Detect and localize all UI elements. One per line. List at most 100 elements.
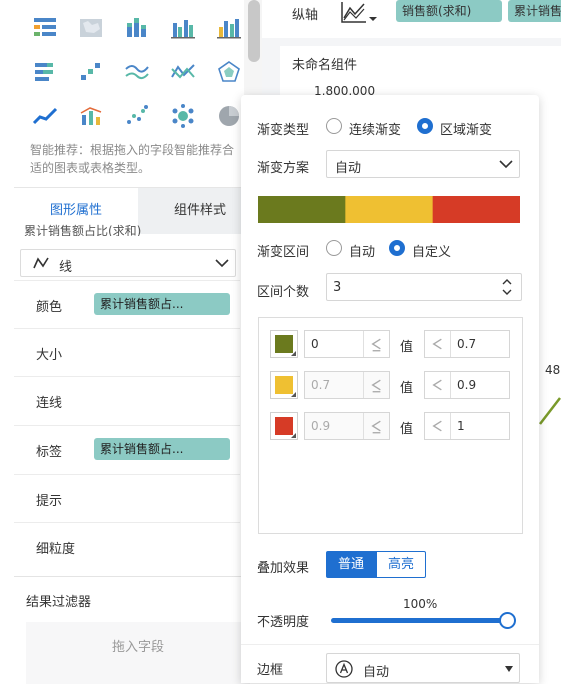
gradient-segment bbox=[345, 196, 434, 223]
line-mark-icon bbox=[33, 257, 49, 269]
size-property[interactable]: 大小 bbox=[14, 328, 240, 376]
y-axis-label: 纵轴 bbox=[292, 8, 319, 23]
gradient-type-label: 渐变类型 bbox=[257, 123, 310, 138]
less-equal-icon[interactable] bbox=[363, 331, 389, 357]
line-series bbox=[539, 397, 561, 425]
interval-to-input[interactable]: 1 bbox=[424, 412, 510, 440]
stacked-bar-icon[interactable] bbox=[124, 15, 150, 41]
bar-line-combo-icon[interactable] bbox=[78, 103, 104, 129]
interval-from-value: 0 bbox=[311, 337, 319, 351]
auto-icon bbox=[335, 660, 353, 678]
line-with-points-icon[interactable] bbox=[170, 59, 196, 85]
interval-from-value: 0.7 bbox=[311, 378, 331, 392]
multi-bar-icon[interactable] bbox=[170, 15, 196, 41]
connect-label: 连线 bbox=[36, 396, 63, 411]
granularity-property[interactable]: 细粒度 bbox=[14, 522, 240, 570]
gradient-scheme-select[interactable]: 自动 bbox=[326, 150, 520, 178]
border-select[interactable]: 自动 bbox=[326, 653, 520, 683]
left-panel: 智能推荐：根据拖入的字段智能推荐合适的图表或表格类型。 图形属性 组件样式 累计… bbox=[0, 0, 262, 684]
gradient-settings-popup: 渐变类型 连续渐变 区域渐变 渐变方案 自动 渐变区间 自动 自定义 区间个数 … bbox=[241, 95, 539, 683]
interval-color-swatch[interactable] bbox=[270, 371, 298, 399]
interval-to-input[interactable]: 0.7 bbox=[424, 330, 510, 358]
interval-to-value: 1 bbox=[457, 419, 465, 433]
less-equal-icon[interactable] bbox=[363, 413, 389, 439]
value-label: 值 bbox=[400, 381, 414, 396]
axis-toolbar: 纵轴 销售额(求和) 累计销售 bbox=[262, 0, 561, 38]
opacity-slider-handle[interactable] bbox=[499, 612, 516, 629]
label-label: 标签 bbox=[36, 445, 63, 460]
grouped-bar-icon[interactable] bbox=[216, 15, 242, 41]
interval-to-input[interactable]: 0.9 bbox=[424, 371, 510, 399]
color-label: 颜色 bbox=[36, 300, 63, 315]
less-than-icon[interactable] bbox=[425, 372, 451, 398]
area-line-icon[interactable] bbox=[32, 103, 58, 129]
opacity-label: 不透明度 bbox=[257, 615, 310, 630]
bubble-icon[interactable] bbox=[170, 103, 196, 129]
interval-list: 0 值 0.7 0.7 值 0.9 0.9 值 1 bbox=[258, 317, 523, 534]
stepper-arrows-icon[interactable] bbox=[501, 277, 513, 297]
divider bbox=[241, 644, 539, 645]
smart-recommend-text: 智能推荐：根据拖入的字段智能推荐合适的图表或表格类型。 bbox=[30, 143, 235, 175]
map-icon[interactable] bbox=[78, 15, 104, 41]
gradient-range-label: 渐变区间 bbox=[257, 245, 310, 260]
blend-toggle: 普通 高亮 bbox=[326, 551, 426, 578]
interval-from-value: 0.9 bbox=[311, 419, 331, 433]
blend-normal-button[interactable]: 普通 bbox=[326, 551, 376, 578]
less-than-icon[interactable] bbox=[425, 331, 451, 357]
scatter-icon[interactable] bbox=[124, 103, 150, 129]
field-title: 累计销售额占比(求和) bbox=[24, 224, 142, 236]
blend-highlight-button[interactable]: 高亮 bbox=[376, 551, 426, 578]
opacity-slider-track[interactable] bbox=[331, 618, 507, 623]
axis-field-pill[interactable]: 累计销售 bbox=[508, 0, 561, 22]
less-than-icon[interactable] bbox=[425, 413, 451, 439]
multi-line-icon[interactable] bbox=[124, 59, 150, 85]
radio-regional-label[interactable]: 区域渐变 bbox=[440, 119, 492, 138]
interval-to-value: 0.7 bbox=[457, 337, 477, 351]
scrollbar-thumb[interactable] bbox=[248, 0, 260, 62]
mark-type-select[interactable]: 线 bbox=[20, 249, 236, 277]
interval-from-input: 0.9 bbox=[304, 412, 390, 440]
radio-continuous[interactable] bbox=[326, 118, 342, 134]
interval-count-label: 区间个数 bbox=[257, 285, 310, 300]
less-equal-icon[interactable] bbox=[363, 372, 389, 398]
value-label: 值 bbox=[400, 340, 414, 355]
gradient-preview-bar bbox=[258, 196, 520, 223]
radar-icon[interactable] bbox=[216, 59, 242, 85]
step-chart-icon[interactable] bbox=[78, 59, 104, 85]
data-label: 48 bbox=[545, 363, 561, 377]
chevron-down-icon bbox=[215, 259, 229, 268]
radio-range-auto[interactable] bbox=[326, 240, 342, 256]
gradient-scheme-value: 自动 bbox=[335, 161, 362, 176]
interval-to-value: 0.9 bbox=[457, 378, 477, 392]
gradient-segment bbox=[432, 196, 520, 223]
axis-field-pill[interactable]: 销售额(求和) bbox=[396, 0, 502, 22]
radio-range-custom-label[interactable]: 自定义 bbox=[412, 241, 451, 260]
interval-color-swatch[interactable] bbox=[270, 412, 298, 440]
border-value: 自动 bbox=[363, 665, 390, 680]
horizontal-stacked-bar-icon[interactable] bbox=[32, 59, 58, 85]
granularity-label: 细粒度 bbox=[36, 542, 76, 557]
caret-down-icon bbox=[505, 666, 513, 672]
size-label: 大小 bbox=[36, 348, 63, 363]
connect-property[interactable]: 连线 bbox=[14, 376, 240, 424]
color-property[interactable]: 颜色 累计销售额占... bbox=[14, 280, 240, 328]
summary-table-icon[interactable] bbox=[32, 15, 58, 41]
gradient-segment bbox=[258, 196, 346, 223]
chart-title: 未命名组件 bbox=[292, 58, 358, 73]
line-chart-type-icon[interactable] bbox=[340, 0, 378, 26]
interval-from-input[interactable]: 0 bbox=[304, 330, 390, 358]
interval-count-stepper[interactable]: 3 bbox=[326, 273, 522, 301]
tooltip-label: 提示 bbox=[36, 494, 63, 509]
pie-icon[interactable] bbox=[216, 103, 242, 129]
tooltip-property[interactable]: 提示 bbox=[14, 474, 240, 522]
radio-range-custom[interactable] bbox=[389, 240, 405, 256]
color-field-pill[interactable]: 累计销售额占... bbox=[94, 293, 230, 315]
label-property[interactable]: 标签 累计销售额占... bbox=[14, 425, 240, 473]
label-field-pill[interactable]: 累计销售额占... bbox=[94, 438, 230, 460]
interval-count-value: 3 bbox=[333, 280, 342, 295]
radio-range-auto-label[interactable]: 自动 bbox=[349, 241, 375, 260]
radio-continuous-label[interactable]: 连续渐变 bbox=[349, 119, 401, 138]
radio-regional[interactable] bbox=[417, 118, 433, 134]
interval-color-swatch[interactable] bbox=[270, 330, 298, 358]
filter-drop-zone[interactable]: 拖入字段 bbox=[26, 622, 250, 684]
